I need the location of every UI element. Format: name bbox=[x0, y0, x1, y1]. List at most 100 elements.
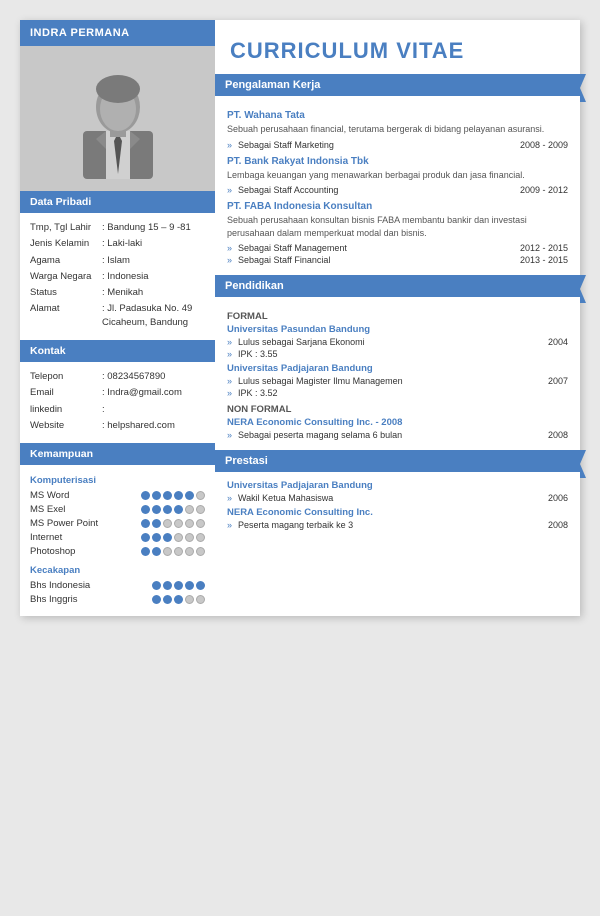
dot bbox=[196, 581, 205, 590]
edu-uni-1: Universitas Pasundan Bandung bbox=[227, 324, 568, 335]
skill-bhs-indonesia: Bhs Indonesia bbox=[30, 580, 205, 591]
data-row-status: Status : Menikah bbox=[30, 286, 205, 299]
dot bbox=[174, 505, 183, 514]
dot bbox=[174, 491, 183, 500]
job-item-2-1: » Sebagai Staff Accounting 2009 - 2012 bbox=[227, 185, 568, 195]
chevron-icon: » bbox=[227, 388, 232, 398]
personal-section: Tmp, Tgl Lahir : Bandung 15 – 9 -81 Jeni… bbox=[20, 213, 215, 340]
dot bbox=[163, 491, 172, 500]
cv-title-normal: CURRICULUM bbox=[230, 38, 396, 63]
data-row-birth: Tmp, Tgl Lahir : Bandung 15 – 9 -81 bbox=[30, 221, 205, 234]
job-desc-2: Lembaga keuangan yang menawarkan berbaga… bbox=[227, 169, 568, 182]
dot bbox=[163, 505, 172, 514]
komputerisasi-label: Komputerisasi bbox=[30, 475, 205, 486]
chevron-icon: » bbox=[227, 140, 232, 150]
chevron-icon: » bbox=[227, 243, 232, 253]
contact-section-header: Kontak bbox=[20, 340, 215, 362]
nonformal-label: NON FORMAL bbox=[227, 404, 568, 415]
skill-mspowerpoint: MS Power Point bbox=[30, 518, 205, 529]
edu-uni-nonformal: NERA Economic Consulting Inc. - 2008 bbox=[227, 417, 568, 428]
dot bbox=[152, 491, 161, 500]
chevron-icon: » bbox=[227, 255, 232, 265]
right-column: CURRICULUM VITAE Pengalaman Kerja PT. Wa… bbox=[215, 20, 580, 616]
dot bbox=[163, 519, 172, 528]
dot bbox=[174, 581, 183, 590]
achievement-item-1-1: » Wakil Ketua Mahasiswa 2006 bbox=[227, 493, 568, 503]
dot bbox=[196, 547, 205, 556]
edu-item-nf-1: » Sebagai peserta magang selama 6 bulan … bbox=[227, 430, 568, 440]
chevron-icon: » bbox=[227, 520, 232, 530]
dot bbox=[174, 533, 183, 542]
contact-row-email: Email : Indra@gmail.com bbox=[30, 386, 205, 399]
cv-title-accent: VITAE bbox=[396, 38, 464, 63]
dot bbox=[196, 519, 205, 528]
cv-title: CURRICULUM VITAE bbox=[215, 20, 580, 74]
work-section-content: PT. Wahana Tata Sebuah perusahaan financ… bbox=[215, 96, 580, 275]
job-title-2: PT. Bank Rakyat Indonsia Tbk bbox=[227, 156, 568, 167]
dot bbox=[163, 547, 172, 556]
dot bbox=[196, 491, 205, 500]
candidate-name: INDRA PERMANA bbox=[30, 27, 130, 39]
work-section-header: Pengalaman Kerja bbox=[215, 74, 580, 96]
skill-msexcel: MS Exel bbox=[30, 504, 205, 515]
job-item-3-2: » Sebagai Staff Financial 2013 - 2015 bbox=[227, 255, 568, 265]
job-desc-1: Sebuah perusahaan financial, terutama be… bbox=[227, 123, 568, 136]
achievement-uni-1: Universitas Padjajaran Bandung bbox=[227, 480, 568, 491]
dot bbox=[152, 533, 161, 542]
dot bbox=[152, 595, 161, 604]
edu-item-2-2: » IPK : 3.52 bbox=[227, 388, 568, 398]
dot bbox=[185, 533, 194, 542]
dot bbox=[163, 581, 172, 590]
dot bbox=[185, 519, 194, 528]
chevron-icon: » bbox=[227, 337, 232, 347]
skill-msword: MS Word bbox=[30, 490, 205, 501]
edu-item-1-1: » Lulus sebagai Sarjana Ekonomi 2004 bbox=[227, 337, 568, 347]
achievement-uni-2: NERA Economic Consulting Inc. bbox=[227, 507, 568, 518]
dot bbox=[152, 505, 161, 514]
dot bbox=[141, 547, 150, 556]
dot bbox=[163, 533, 172, 542]
dot bbox=[174, 547, 183, 556]
data-row-gender: Jenis Kelamin : Laki-laki bbox=[30, 237, 205, 250]
dot bbox=[185, 547, 194, 556]
chevron-icon: » bbox=[227, 185, 232, 195]
skill-bhs-inggris: Bhs Inggris bbox=[30, 594, 205, 605]
chevron-icon: » bbox=[227, 349, 232, 359]
dot bbox=[185, 491, 194, 500]
personal-section-header: Data Pribadi bbox=[20, 191, 215, 213]
education-section-content: FORMAL Universitas Pasundan Bandung » Lu… bbox=[215, 297, 580, 450]
dot bbox=[196, 595, 205, 604]
skills-section-header: Kemampuan bbox=[20, 443, 215, 465]
dot bbox=[152, 519, 161, 528]
left-column: INDRA PERMANA bbox=[20, 20, 215, 616]
contact-section: Telepon : 08234567890 Email : Indra@gmai… bbox=[20, 362, 215, 443]
dot bbox=[141, 505, 150, 514]
chevron-icon: » bbox=[227, 430, 232, 440]
photo-area bbox=[20, 46, 215, 191]
job-desc-3: Sebuah perusahaan konsultan bisnis FABA … bbox=[227, 214, 568, 239]
chevron-icon: » bbox=[227, 493, 232, 503]
dot bbox=[174, 519, 183, 528]
data-row-nationality: Warga Negara : Indonesia bbox=[30, 270, 205, 283]
job-item-3-1: » Sebagai Staff Management 2012 - 2015 bbox=[227, 243, 568, 253]
education-section-header: Pendidikan bbox=[215, 275, 580, 297]
dot bbox=[141, 519, 150, 528]
edu-uni-2: Universitas Padjajaran Bandung bbox=[227, 363, 568, 374]
dot bbox=[185, 505, 194, 514]
dot bbox=[185, 581, 194, 590]
data-row-religion: Agama : Islam bbox=[30, 254, 205, 267]
job-item-1-1: » Sebagai Staff Marketing 2008 - 2009 bbox=[227, 140, 568, 150]
job-title-3: PT. FABA Indonesia Konsultan bbox=[227, 201, 568, 212]
resume-page: INDRA PERMANA bbox=[20, 20, 580, 616]
skill-internet: Internet bbox=[30, 532, 205, 543]
dot bbox=[141, 533, 150, 542]
dot bbox=[141, 491, 150, 500]
name-header: INDRA PERMANA bbox=[20, 20, 215, 46]
dot bbox=[163, 595, 172, 604]
achievement-item-2-1: » Peserta magang terbaik ke 3 2008 bbox=[227, 520, 568, 530]
achievement-section-header: Prestasi bbox=[215, 450, 580, 472]
contact-row-website: Website : helpshared.com bbox=[30, 419, 205, 432]
avatar bbox=[68, 59, 168, 179]
contact-row-phone: Telepon : 08234567890 bbox=[30, 370, 205, 383]
data-row-address: Alamat : Jl. Padasuka No. 49 Cicaheum, B… bbox=[30, 302, 205, 329]
